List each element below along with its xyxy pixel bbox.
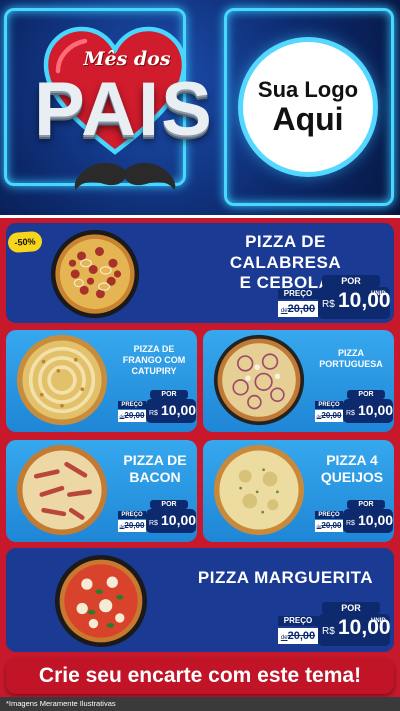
old-price: de20,00 [315, 410, 343, 422]
preco-label: PREÇO [118, 511, 146, 519]
pizza-portuguesa-image [213, 334, 305, 426]
product-name-line: PIZZA 4 [326, 452, 378, 468]
product-title-marguerita: PIZZA MARGUERITA [193, 568, 378, 589]
old-price: de20,00 [278, 301, 318, 317]
product-title-4-queijos: PIZZA 4 QUEIJOS [311, 452, 393, 486]
mustache-icon [74, 162, 176, 190]
preco-label: PREÇO [315, 401, 343, 409]
old-price-value: 20,00 [321, 411, 342, 420]
price-tag: POR PREÇO de20,00 R$ 10,00 UNID [278, 275, 391, 319]
banner-title: PAIS [34, 67, 214, 152]
product-name-line: PIZZA DE [123, 452, 187, 468]
old-price-value: 20,00 [287, 303, 316, 315]
product-card-calabresa: PIZZA DE CALABRESA E CEBOLA POR PREÇO de… [6, 223, 394, 323]
unid-label: UNID [371, 291, 386, 297]
new-price: 10,00 [358, 402, 394, 418]
old-price-value: 20,00 [124, 411, 145, 420]
pizza-bacon-image [16, 444, 108, 536]
old-price: de20,00 [118, 410, 146, 422]
product-name-line: PIZZA MARGUERITA [197, 568, 374, 587]
header-banner: Mês dos PAIS Sua Logo Aqui [0, 0, 400, 215]
product-name-line: PIZZA DE [133, 344, 175, 354]
new-price: 10,00 [161, 512, 197, 528]
product-name-line: BACON [129, 468, 181, 485]
preco-label: PREÇO [278, 616, 318, 626]
product-name-line: CATUPIRY [131, 365, 177, 376]
old-price: de20,00 [315, 520, 343, 532]
preco-label: PREÇO [118, 401, 146, 409]
discount-badge: -50% [7, 230, 43, 254]
currency-symbol: R$ [346, 520, 355, 527]
old-price-value: 20,00 [321, 521, 342, 530]
price-tag: POR PREÇO de20,00 R$ 10,00 UNID [278, 602, 391, 646]
logo-placeholder: Sua Logo Aqui [243, 42, 373, 172]
price-tag: POR PREÇO de20,00 R$ 10,00 [315, 390, 393, 424]
pizza-frango-image [16, 334, 108, 426]
price-tag: POR PREÇO de20,00 R$ 10,00 [118, 390, 196, 424]
price-tag: POR PREÇO de20,00 R$ 10,00 [118, 500, 196, 534]
disclaimer-footnote: *Imagens Meramente Ilustrativas [0, 697, 400, 711]
currency-symbol: R$ [346, 410, 355, 417]
product-name-line: QUEIJOS [320, 468, 384, 485]
pizza-calabresa-image [50, 229, 140, 319]
preco-label: PREÇO [278, 289, 318, 299]
old-price-value: 20,00 [287, 630, 316, 642]
old-price-prefix: de [280, 635, 288, 641]
preco-label: PREÇO [315, 511, 343, 519]
product-title-portuguesa: PIZZA PORTUGUESA [311, 348, 391, 370]
por-label: POR [150, 390, 188, 399]
product-title-frango: PIZZA DE FRANGO COM CATUPIRY [114, 344, 194, 376]
por-label: POR [322, 602, 380, 614]
logo-text-line1: Sua Logo [257, 76, 359, 102]
currency-symbol: R$ [149, 520, 158, 527]
new-price: 10,00 [358, 512, 394, 528]
por-label: POR [322, 275, 380, 287]
unid-label: UNID [371, 618, 386, 624]
old-price-prefix: de [280, 308, 288, 314]
pizza-4-queijos-image [213, 444, 305, 536]
product-card-bacon: PIZZA DE BACON POR PREÇO de20,00 R$ 10,0… [6, 440, 197, 542]
cta-banner[interactable]: Crie seu encarte com este tema! [6, 658, 394, 694]
product-card-frango: PIZZA DE FRANGO COM CATUPIRY POR PREÇO d… [6, 330, 197, 432]
pizza-marguerita-image [54, 554, 148, 648]
price-tag: POR PREÇO de20,00 R$ 10,00 [315, 500, 393, 534]
product-card-marguerita: PIZZA MARGUERITA POR PREÇO de20,00 R$ 10… [6, 548, 394, 652]
logo-text-line2: Aqui [272, 101, 344, 138]
currency-symbol: R$ [322, 626, 335, 637]
product-card-portuguesa: PIZZA PORTUGUESA POR PREÇO de20,00 R$ 10… [203, 330, 394, 432]
new-price: 10,00 [161, 402, 197, 418]
por-label: POR [347, 390, 385, 399]
product-name-line: FRANGO COM [122, 354, 186, 365]
product-title-bacon: PIZZA DE BACON [114, 452, 196, 486]
old-price-value: 20,00 [124, 521, 145, 530]
old-price: de20,00 [118, 520, 146, 532]
currency-symbol: R$ [322, 299, 335, 310]
product-name-line: PIZZA DE CALABRESA [229, 232, 342, 272]
product-name-line: PIZZA [338, 348, 364, 358]
por-label: POR [347, 500, 385, 509]
old-price: de20,00 [278, 628, 318, 644]
currency-symbol: R$ [149, 410, 158, 417]
product-name-line: PORTUGUESA [319, 358, 383, 369]
por-label: POR [150, 500, 188, 509]
product-card-4-queijos: PIZZA 4 QUEIJOS POR PREÇO de20,00 R$ 10,… [203, 440, 394, 542]
